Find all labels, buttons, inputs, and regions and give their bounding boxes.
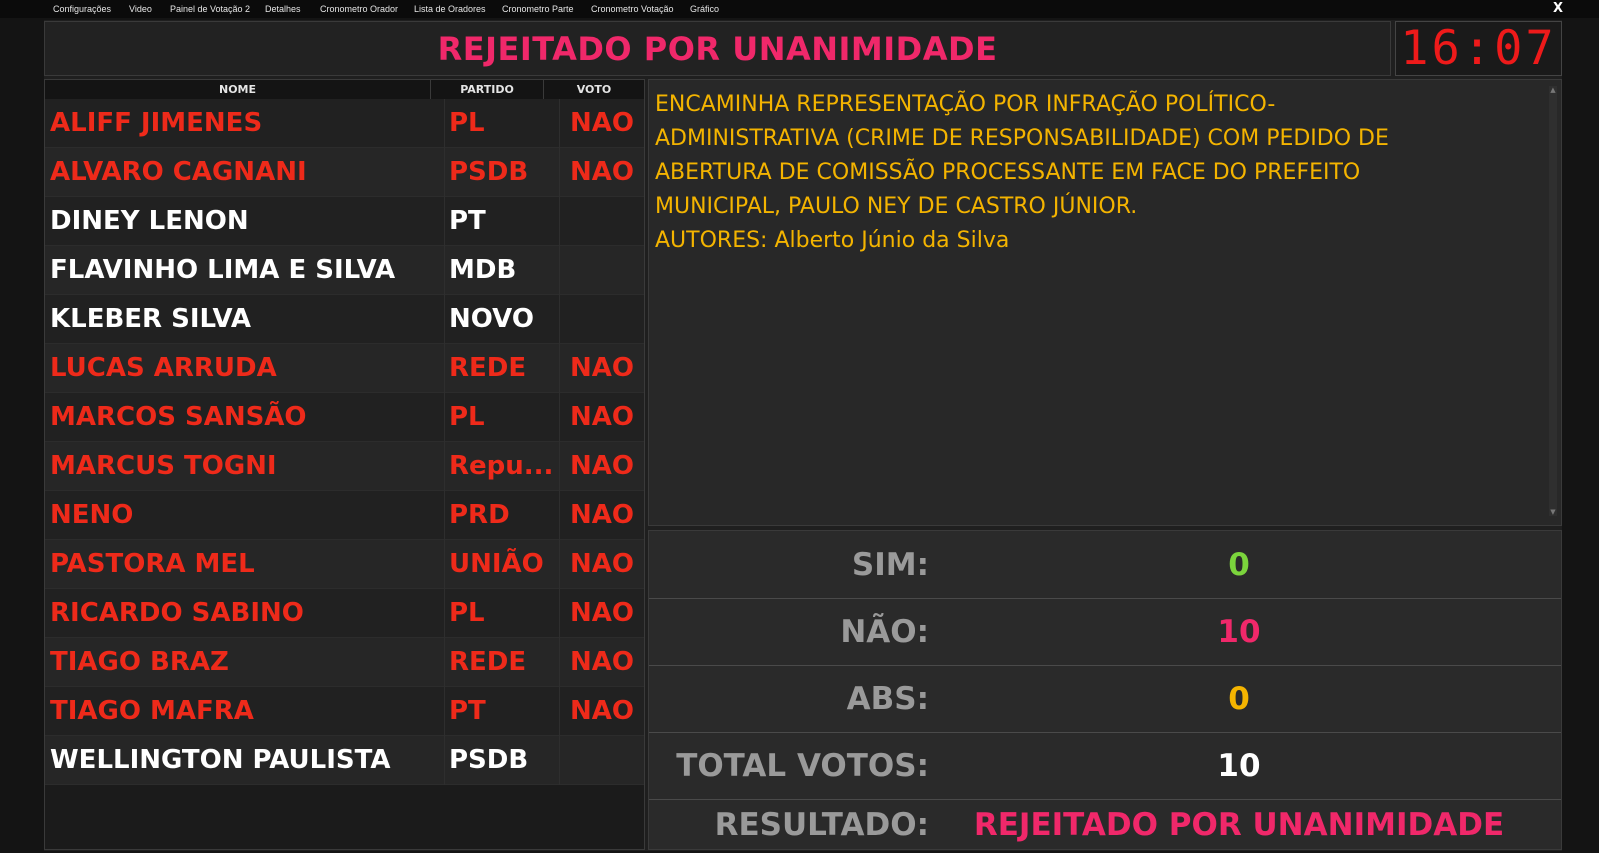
sim-value: 0 <box>1228 547 1250 583</box>
table-row: KLEBER SILVA NOVO <box>45 295 644 344</box>
table-row: ALIFF JIMENES PL NAO <box>45 99 644 148</box>
scroll-down-icon[interactable]: ▼ <box>1549 508 1557 516</box>
menu-item-cronometro-orador[interactable]: Cronometro Orador <box>320 4 398 14</box>
councillor-name: KLEBER SILVA <box>50 304 251 334</box>
menu-item-cronometro-parte[interactable]: Cronometro Parte <box>502 4 574 14</box>
clock-display: 16:07 <box>1395 21 1562 76</box>
description-line: MUNICIPAL, PAULO NEY DE CASTRO JÚNIOR. <box>655 194 1138 219</box>
vote-cell <box>559 246 644 295</box>
nao-value: 10 <box>1217 614 1261 650</box>
description-line: ENCAMINHA REPRESENTAÇÃO POR INFRAÇÃO POL… <box>655 92 1276 117</box>
party-cell: PSDB <box>444 148 559 197</box>
result-row-nao: NÃO: 10 <box>649 598 1561 666</box>
party-cell: MDB <box>444 246 559 295</box>
table-row: WELLINGTON PAULISTA PSDB <box>45 736 644 785</box>
result-row-abs: ABS: 0 <box>649 665 1561 733</box>
councillor-name: FLAVINHO LIMA E SILVA <box>50 255 396 285</box>
vote-cell: NAO <box>559 344 644 393</box>
vote-cell: NAO <box>559 589 644 638</box>
vote-cell: NAO <box>559 638 644 687</box>
nao-label: NÃO: <box>840 614 929 650</box>
vote-cell: NAO <box>559 442 644 491</box>
councillor-name: PASTORA MEL <box>50 549 255 579</box>
close-button[interactable]: X <box>1553 1 1563 16</box>
councillor-name: RICARDO SABINO <box>50 598 304 628</box>
party-cell: PSDB <box>444 736 559 785</box>
councillor-name: MARCUS TOGNI <box>50 451 277 481</box>
table-row: PASTORA MEL UNIÃO NAO <box>45 540 644 589</box>
vote-cell <box>559 295 644 344</box>
table-header: NOME PARTIDO VOTO <box>45 80 644 99</box>
councillor-name: TIAGO BRAZ <box>50 647 229 677</box>
total-votos-value: 10 <box>1217 748 1261 784</box>
description-line: ABERTURA DE COMISSÃO PROCESSANTE EM FACE… <box>655 160 1361 185</box>
resultado-value: REJEITADO POR UNANIMIDADE <box>973 807 1505 843</box>
total-votos-label: TOTAL VOTOS: <box>676 748 929 784</box>
party-cell: Repu... <box>444 442 559 491</box>
councillor-name: ALVARO CAGNANI <box>50 157 307 187</box>
party-cell: PL <box>444 99 559 148</box>
results-panel: SIM: 0 NÃO: 10 ABS: 0 TOTAL VOTOS: 10 RESULTADO:… <box>648 530 1562 850</box>
councillor-name: WELLINGTON PAULISTA <box>50 745 391 775</box>
councillor-name: LUCAS ARRUDA <box>50 353 277 383</box>
party-cell: REDE <box>444 344 559 393</box>
table-row: MARCOS SANSÃO PL NAO <box>45 393 644 442</box>
party-cell: NOVO <box>444 295 559 344</box>
vote-cell: NAO <box>559 99 644 148</box>
councillor-name: DINEY LENON <box>50 206 249 236</box>
column-header-name[interactable]: NOME <box>45 80 431 99</box>
description-line: ADMINISTRATIVA (CRIME DE RESPONSABILIDAD… <box>655 126 1389 151</box>
column-header-vote[interactable]: VOTO <box>544 80 644 99</box>
result-row-total-votos: TOTAL VOTOS: 10 <box>649 732 1561 800</box>
party-cell: PT <box>444 197 559 246</box>
party-cell: PRD <box>444 491 559 540</box>
abs-value: 0 <box>1228 681 1250 717</box>
menu-item-video[interactable]: Video <box>129 4 152 14</box>
vote-cell <box>559 197 644 246</box>
vote-cell: NAO <box>559 148 644 197</box>
vote-cell: NAO <box>559 393 644 442</box>
scroll-up-icon[interactable]: ▲ <box>1549 86 1557 94</box>
result-title: REJEITADO POR UNANIMIDADE <box>44 21 1391 76</box>
authors-line: AUTORES: Alberto Júnio da Silva <box>655 228 1010 253</box>
menu-item-detalhes[interactable]: Detalhes <box>265 4 301 14</box>
councillor-name: ALIFF JIMENES <box>50 108 263 138</box>
table-row: FLAVINHO LIMA E SILVA MDB <box>45 246 644 295</box>
table-row: LUCAS ARRUDA REDE NAO <box>45 344 644 393</box>
table-row: ALVARO CAGNANI PSDB NAO <box>45 148 644 197</box>
menu-bar: Configurações Video Painel de Votação 2 … <box>0 0 1599 18</box>
vote-cell: NAO <box>559 687 644 736</box>
table-row: TIAGO MAFRA PT NAO <box>45 687 644 736</box>
party-cell: PL <box>444 393 559 442</box>
party-cell: PL <box>444 589 559 638</box>
menu-item-grafico[interactable]: Gráfico <box>690 4 719 14</box>
abs-label: ABS: <box>846 681 929 717</box>
menu-item-configuracoes[interactable]: Configurações <box>53 4 111 14</box>
resultado-label: RESULTADO: <box>714 807 929 843</box>
table-row: NENO PRD NAO <box>45 491 644 540</box>
party-cell: UNIÃO <box>444 540 559 589</box>
description-scrollbar[interactable]: ▲ ▼ <box>1549 86 1557 516</box>
councillor-name: NENO <box>50 500 134 530</box>
councillor-name: MARCOS SANSÃO <box>50 402 307 432</box>
table-row: MARCUS TOGNI Repu... NAO <box>45 442 644 491</box>
matter-description: ENCAMINHA REPRESENTAÇÃO POR INFRAÇÃO POL… <box>648 79 1562 526</box>
menu-item-cronometro-votacao[interactable]: Cronometro Votação <box>591 4 674 14</box>
party-cell: REDE <box>444 638 559 687</box>
result-row-sim: SIM: 0 <box>649 531 1561 599</box>
table-row: RICARDO SABINO PL NAO <box>45 589 644 638</box>
menu-item-painel-votacao-2[interactable]: Painel de Votação 2 <box>170 4 250 14</box>
party-cell: PT <box>444 687 559 736</box>
column-header-party[interactable]: PARTIDO <box>431 80 544 99</box>
table-row: TIAGO BRAZ REDE NAO <box>45 638 644 687</box>
table-row: DINEY LENON PT <box>45 197 644 246</box>
menu-item-lista-oradores[interactable]: Lista de Oradores <box>414 4 486 14</box>
vote-cell: NAO <box>559 540 644 589</box>
votes-table: NOME PARTIDO VOTO ALIFF JIMENES PL NAO ALVA… <box>44 79 645 850</box>
vote-cell: NAO <box>559 491 644 540</box>
sim-label: SIM: <box>851 547 929 583</box>
result-row-resultado: RESULTADO: REJEITADO POR UNANIMIDADE <box>649 799 1561 851</box>
councillor-name: TIAGO MAFRA <box>50 696 254 726</box>
vote-cell <box>559 736 644 785</box>
